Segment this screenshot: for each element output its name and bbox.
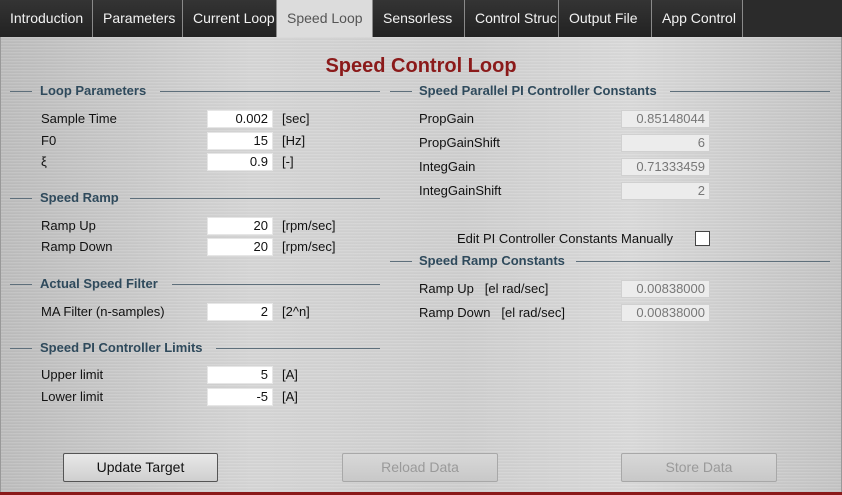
integ-gain-label: IntegGain [419,159,476,174]
prop-gain-value: 0.85148044 [621,110,710,128]
section-rule [576,261,830,262]
ramp-up-const-value: 0.00838000 [621,280,710,298]
update-target-button[interactable]: Update Target [63,453,218,482]
section-loop-parameters: Loop Parameters [0,83,380,99]
sample-time-input[interactable]: 0.002 [207,110,273,128]
upper-limit-input[interactable]: 5 [207,366,273,384]
prop-gain-shift-value: 6 [621,134,710,152]
f0-input[interactable]: 15 [207,132,273,150]
ramp-down-unit: [rpm/sec] [282,239,336,254]
page-title: Speed Control Loop [325,55,517,77]
prop-gain-label: PropGain [419,111,474,126]
integ-gain-shift-value: 2 [621,182,710,200]
reload-data-button[interactable]: Reload Data [342,453,498,482]
section-rule [390,261,412,262]
upper-limit-unit: [A] [282,367,298,382]
tab-parameters[interactable]: Parameters [93,0,183,37]
section-rule [216,348,380,349]
f0-label: F0 [41,133,57,148]
section-pi-limits: Speed PI Controller Limits [0,340,380,356]
sample-time-label: Sample Time [41,111,117,126]
lower-limit-input[interactable]: -5 [207,388,273,406]
ramp-down-label: Ramp Down [41,239,113,254]
section-rule [10,91,32,92]
section-rule [130,198,380,199]
lower-limit-unit: [A] [282,389,298,404]
sample-time-unit: [sec] [282,111,310,126]
section-rule [160,91,380,92]
section-ramp-constants: Speed Ramp Constants [390,253,832,269]
xi-unit: [-] [282,154,294,169]
section-rule [10,348,32,349]
section-rule [390,91,412,92]
section-rule [172,284,380,285]
ramp-down-const-label: Ramp Down [el rad/sec] [419,305,565,320]
ramp-down-input[interactable]: 20 [207,238,273,256]
section-title: Speed PI Controller Limits [40,340,203,355]
ramp-up-input[interactable]: 20 [207,217,273,235]
integ-gain-value: 0.71333459 [621,158,710,176]
upper-limit-label: Upper limit [41,367,104,382]
section-title: Speed Ramp [40,190,119,205]
f0-unit: [Hz] [282,133,306,148]
section-actual-speed-filter: Actual Speed Filter [0,276,380,292]
section-title: Actual Speed Filter [40,276,158,291]
section-pi-constants: Speed Parallel PI Controller Constants [390,83,832,99]
ramp-up-unit: [rpm/sec] [282,218,336,233]
tab-current-loop[interactable]: Current Loop [183,0,277,37]
ramp-up-const-label: Ramp Up [el rad/sec] [419,281,549,296]
tab-speed-loop[interactable]: Speed Loop [277,0,373,37]
ma-filter-label: MA Filter (n-samples) [41,304,165,319]
section-title: Speed Ramp Constants [419,253,565,268]
ma-filter-unit: [2^n] [282,304,310,319]
lower-limit-label: Lower limit [41,389,104,404]
edit-manually-label: Edit PI Controller Constants Manually [457,231,674,246]
section-rule [10,284,32,285]
section-rule [10,198,32,199]
section-speed-ramp: Speed Ramp [0,190,380,206]
ma-filter-input[interactable]: 2 [207,303,273,321]
ramp-down-const-value: 0.00838000 [621,304,710,322]
xi-input[interactable]: 0.9 [207,153,273,171]
store-data-button[interactable]: Store Data [621,453,777,482]
section-title: Speed Parallel PI Controller Constants [419,83,657,98]
xi-label: ξ [41,154,47,169]
edit-manually-checkbox[interactable] [695,231,710,246]
tab-control-struc[interactable]: Control Struc [465,0,559,37]
ramp-up-label: Ramp Up [41,218,96,233]
tab-sensorless[interactable]: Sensorless [373,0,465,37]
tab-output-file[interactable]: Output File [559,0,652,37]
tab-app-control[interactable]: App Control [652,0,743,37]
tab-introduction[interactable]: Introduction [0,0,93,37]
section-rule [670,91,830,92]
integ-gain-shift-label: IntegGainShift [419,183,502,198]
section-title: Loop Parameters [40,83,147,98]
tab-bar: Introduction Parameters Current Loop Spe… [0,0,842,37]
prop-gain-shift-label: PropGainShift [419,135,500,150]
